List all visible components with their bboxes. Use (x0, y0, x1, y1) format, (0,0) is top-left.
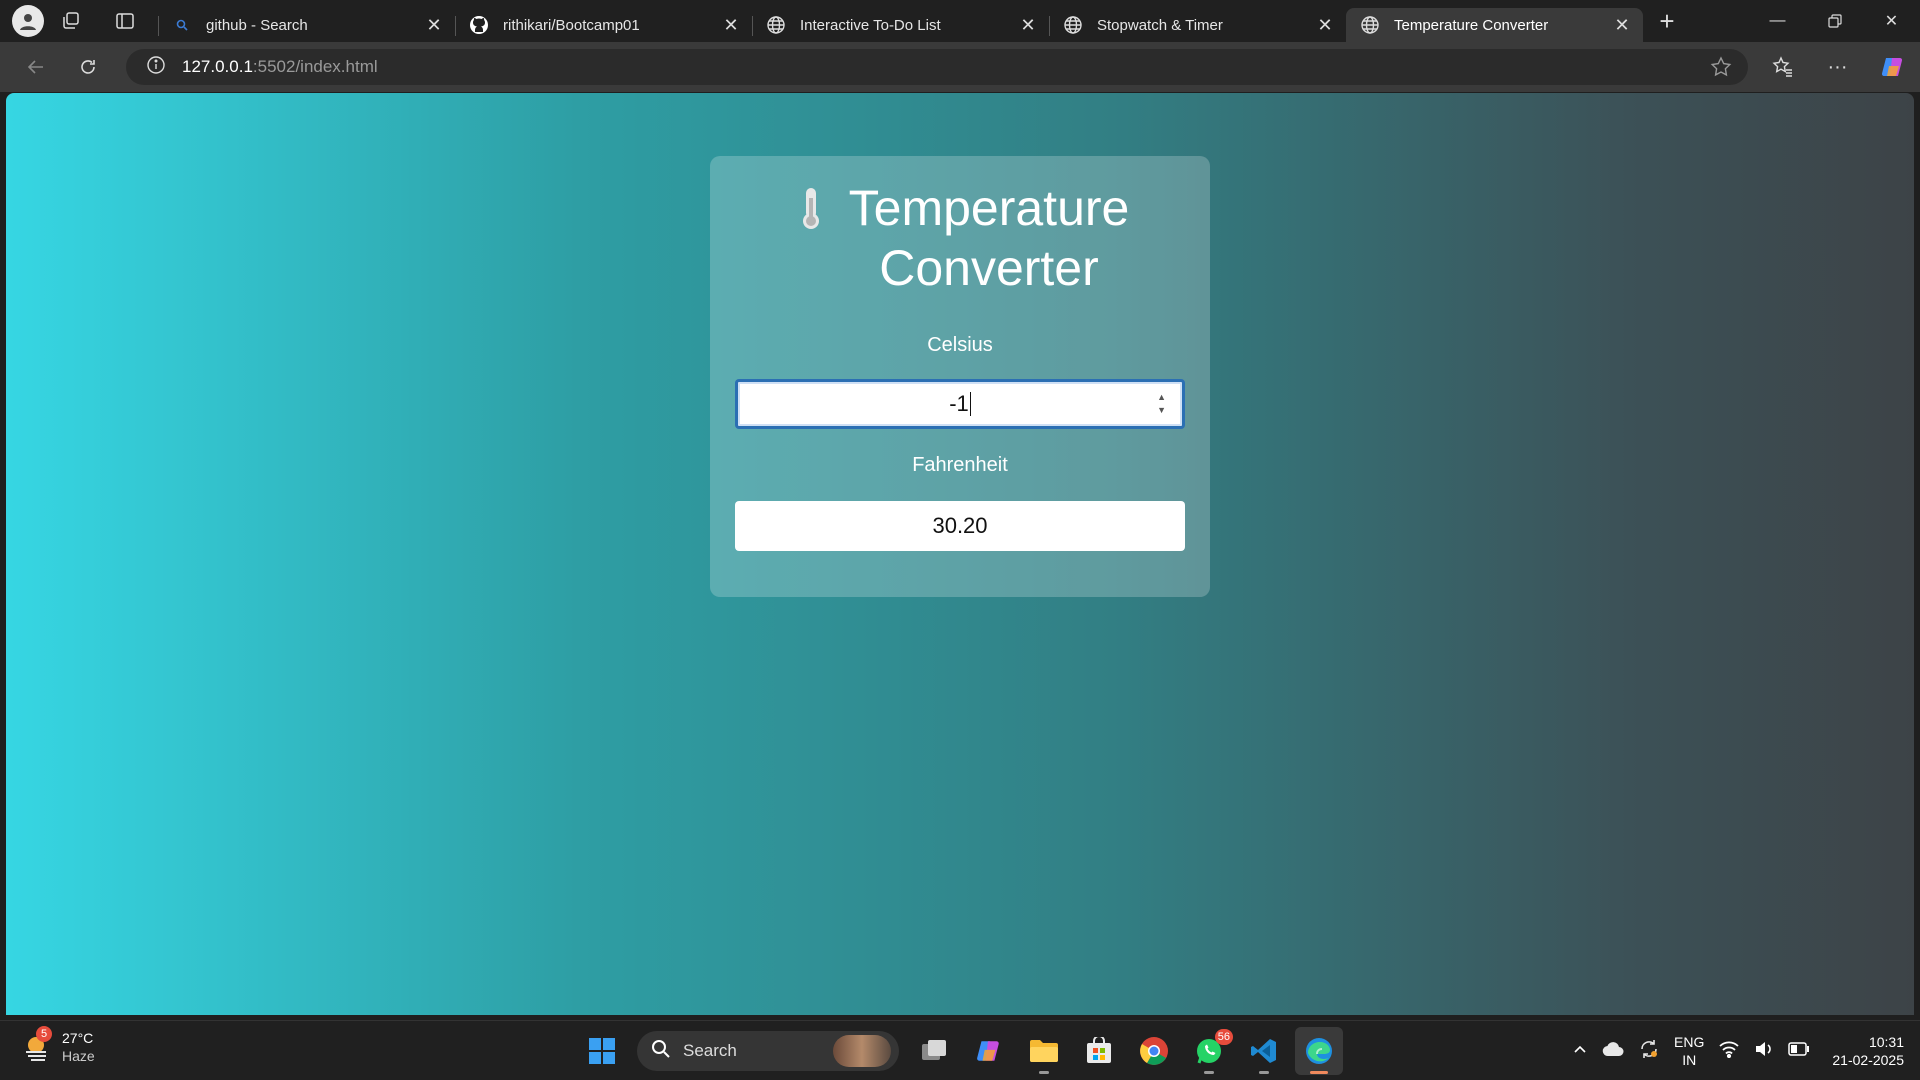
system-tray: ENG IN 10:31 21-02-2025 (1572, 1021, 1904, 1080)
vertical-tabs-icon[interactable] (98, 0, 152, 42)
clock-time: 10:31 (1868, 1034, 1904, 1050)
task-view-icon[interactable] (910, 1027, 958, 1075)
minimize-icon[interactable]: — (1749, 0, 1806, 42)
close-icon[interactable]: ✕ (423, 14, 445, 36)
language-code: ENG (1674, 1034, 1705, 1050)
tab-github-search[interactable]: github - Search ✕ (158, 8, 455, 42)
url-text: 127.0.0.1:5502/index.html (182, 57, 378, 77)
close-icon[interactable]: ✕ (1314, 14, 1336, 36)
microsoft-store-icon[interactable] (1075, 1027, 1123, 1075)
chevron-up-icon[interactable] (1572, 1041, 1588, 1062)
favorite-star-icon[interactable] (1710, 56, 1732, 83)
clock-date: 21-02-2025 (1832, 1052, 1904, 1068)
close-icon[interactable]: ✕ (720, 14, 742, 36)
number-spinner[interactable]: ▲ ▼ (1157, 392, 1166, 415)
new-tab-plus-icon[interactable]: + (1643, 0, 1691, 42)
tab-stopwatch[interactable]: Stopwatch & Timer ✕ (1049, 8, 1346, 42)
more-options-icon[interactable]: ··· (1810, 42, 1865, 92)
chrome-icon[interactable] (1130, 1027, 1178, 1075)
text-caret (969, 392, 971, 416)
celsius-input[interactable]: -1 ▲ ▼ (735, 379, 1185, 429)
taskbar-search[interactable]: Search (637, 1031, 899, 1071)
globe-icon (766, 15, 786, 35)
running-indicator (1204, 1071, 1214, 1074)
weather-haze-icon: 5 (22, 1026, 52, 1062)
window-close-icon[interactable]: ✕ (1863, 0, 1920, 42)
url-path: :5502/index.html (252, 57, 378, 76)
file-explorer-icon[interactable] (1020, 1027, 1068, 1075)
windows-taskbar: 5 27°C Haze Search 56 ENG IN 10:31 21-02… (0, 1020, 1920, 1080)
site-info-icon[interactable] (146, 55, 166, 80)
globe-icon (1063, 15, 1083, 35)
close-icon[interactable]: ✕ (1017, 14, 1039, 36)
browser-toolbar: 127.0.0.1:5502/index.html ··· (0, 42, 1920, 92)
title-text: Temperature Converter (849, 178, 1130, 298)
clock[interactable]: 10:31 21-02-2025 (1832, 1033, 1904, 1069)
browser-tab-strip: github - Search ✕ rithikari/Bootcamp01 ✕… (0, 0, 1920, 42)
globe-icon (1360, 15, 1380, 35)
tab-bootcamp-repo[interactable]: rithikari/Bootcamp01 ✕ (455, 8, 752, 42)
language-indicator[interactable]: ENG IN (1674, 1033, 1704, 1069)
wifi-icon[interactable] (1718, 1040, 1740, 1063)
workspaces-icon[interactable] (44, 0, 98, 42)
weather-condition: Haze (62, 1048, 95, 1064)
celsius-label: Celsius (927, 334, 993, 356)
vscode-icon[interactable] (1240, 1027, 1288, 1075)
tab-title: Temperature Converter (1394, 16, 1549, 34)
title-line-2: Converter (879, 240, 1099, 296)
tab-title: Stopwatch & Timer (1097, 16, 1223, 34)
battery-icon[interactable] (1788, 1041, 1810, 1061)
tab-temperature-converter[interactable]: Temperature Converter ✕ (1346, 8, 1643, 42)
search-icon (172, 15, 192, 35)
github-icon (469, 15, 489, 35)
tab-title: Interactive To-Do List (800, 16, 941, 34)
fahrenheit-label: Fahrenheit (912, 454, 1008, 476)
tab-title: rithikari/Bootcamp01 (503, 16, 640, 34)
tab-todo-list[interactable]: Interactive To-Do List ✕ (752, 8, 1049, 42)
running-indicator (1310, 1071, 1328, 1074)
celsius-value: -1 (949, 391, 969, 416)
spinner-up-icon[interactable]: ▲ (1157, 392, 1166, 402)
running-indicator (1259, 1071, 1269, 1074)
spinner-down-icon[interactable]: ▼ (1157, 405, 1166, 415)
copilot-icon[interactable] (1865, 42, 1920, 92)
search-highlight-image (833, 1035, 891, 1067)
tab-title: github - Search (206, 16, 308, 34)
address-bar[interactable]: 127.0.0.1:5502/index.html (126, 49, 1748, 85)
close-icon[interactable]: ✕ (1611, 14, 1633, 36)
profile-avatar-icon[interactable] (12, 5, 44, 37)
back-arrow-icon[interactable] (10, 47, 62, 87)
title-line-1: Temperature (848, 180, 1130, 236)
thermometer-icon (791, 178, 831, 238)
search-icon (651, 1039, 671, 1064)
weather-badge: 5 (36, 1026, 52, 1042)
weather-temperature: 27°C (62, 1030, 94, 1046)
search-label: Search (683, 1041, 737, 1060)
converter-card: Temperature Converter Celsius -1 ▲ ▼ Fah… (710, 156, 1210, 597)
region-code: IN (1682, 1052, 1697, 1068)
favorites-icon[interactable] (1755, 42, 1810, 92)
url-host: 127.0.0.1 (182, 57, 253, 76)
whatsapp-badge: 56 (1214, 1029, 1233, 1045)
page-title: Temperature Converter (710, 178, 1210, 298)
edge-icon[interactable] (1295, 1027, 1343, 1075)
running-indicator (1039, 1071, 1049, 1074)
copilot-app-icon[interactable] (965, 1027, 1013, 1075)
page-viewport: Temperature Converter Celsius -1 ▲ ▼ Fah… (6, 93, 1914, 1015)
whatsapp-icon[interactable]: 56 (1185, 1027, 1233, 1075)
sync-icon[interactable] (1638, 1038, 1660, 1065)
restore-icon[interactable] (1806, 0, 1863, 42)
fahrenheit-value: 30.20 (932, 513, 988, 538)
weather-widget[interactable]: 5 27°C Haze (22, 1026, 95, 1065)
refresh-icon[interactable] (62, 47, 114, 87)
onedrive-cloud-icon[interactable] (1602, 1041, 1624, 1062)
fahrenheit-input[interactable]: 30.20 (735, 501, 1185, 551)
start-windows-icon[interactable] (578, 1027, 626, 1075)
volume-icon[interactable] (1754, 1040, 1774, 1063)
